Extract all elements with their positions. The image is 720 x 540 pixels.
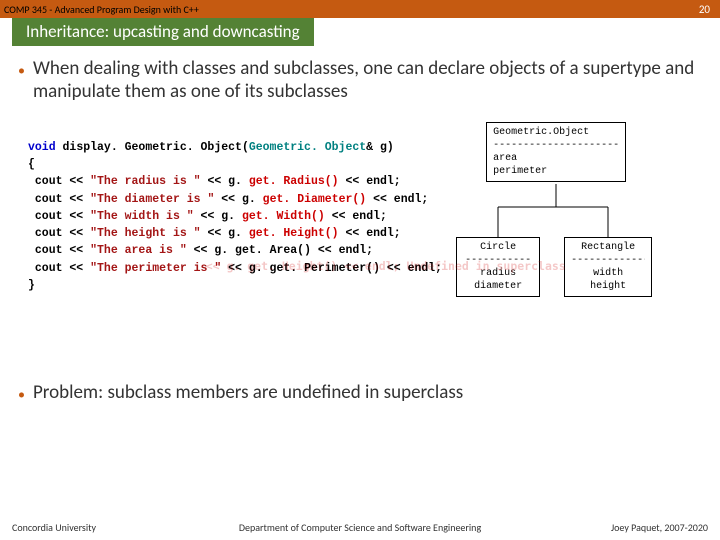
uml-geometric-object: Geometric.Object ---------------------- … <box>486 122 626 182</box>
footer-mid: Department of Computer Science and Softw… <box>239 521 481 534</box>
uml-rectangle: Rectangle ------------- width height <box>564 237 652 297</box>
body-row: void display. Geometric. Object(Geometri… <box>18 122 702 342</box>
slide-title: Inheritance: upcasting and downcasting <box>12 18 314 46</box>
code-block: void display. Geometric. Object(Geometri… <box>28 122 442 312</box>
page-number: 20 <box>699 3 716 16</box>
uml-diagram: Geometric.Object ---------------------- … <box>456 122 692 342</box>
bullet-dot-icon: • <box>18 387 25 404</box>
content-area: • When dealing with classes and subclass… <box>0 46 720 404</box>
footer-left: Concordia University <box>12 521 96 534</box>
ghost-overlay-text: << g. get. Height() << endl; Undefined i… <box>178 259 566 273</box>
bullet-1-text: When dealing with classes and subclasses… <box>33 58 702 104</box>
bullet-2-text: Problem: subclass members are undefined … <box>33 382 463 405</box>
header-bar: COMP 345 - Advanced Program Design with … <box>0 0 720 18</box>
bullet-1: • When dealing with classes and subclass… <box>18 58 702 104</box>
title-row: Inheritance: upcasting and downcasting <box>0 18 720 46</box>
course-label: COMP 345 - Advanced Program Design with … <box>4 3 199 16</box>
footer: Concordia University Department of Compu… <box>0 515 720 540</box>
bullet-2: • Problem: subclass members are undefine… <box>18 382 702 405</box>
bullet-dot-icon: • <box>18 63 25 80</box>
footer-right: Joey Paquet, 2007-2020 <box>611 521 708 534</box>
